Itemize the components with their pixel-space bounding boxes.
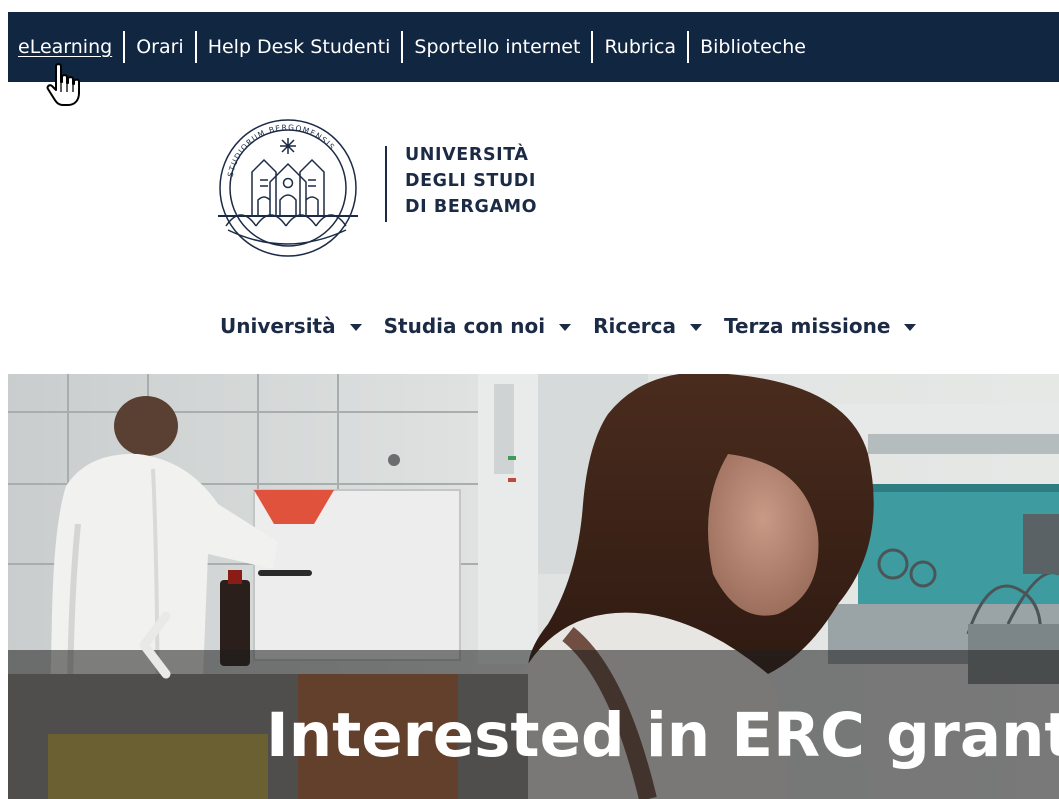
seal-text: STUDIORUM BERGOMENSIS (226, 123, 336, 178)
nav-label: Studia con noi (383, 314, 546, 338)
nav-terza-missione[interactable]: Terza missione (723, 314, 917, 338)
logo-divider (385, 146, 387, 222)
caret-down-icon (904, 323, 917, 331)
caret-down-icon (349, 323, 362, 331)
logo-line-3: DI BERGAMO (405, 197, 538, 217)
caret-down-icon (689, 323, 702, 331)
link-elearning[interactable]: eLearning (18, 36, 112, 58)
logo-line-1: UNIVERSITÀ (405, 145, 529, 165)
link-sportello-internet[interactable]: Sportello internet (414, 36, 580, 58)
university-logo[interactable]: STUDIORUM BERGOMENSIS UNIVERSITÀ DEGLI S… (206, 108, 576, 258)
hero-slider: Interested in ERC grants (8, 374, 1059, 799)
chevron-left-icon[interactable] (136, 610, 176, 680)
nav-ricerca[interactable]: Ricerca (593, 314, 702, 338)
hand-pointer-cursor-icon (46, 63, 80, 106)
nav-label: Università (220, 314, 336, 338)
link-rubrica[interactable]: Rubrica (604, 36, 676, 58)
university-seal-icon: STUDIORUM BERGOMENSIS (218, 119, 358, 257)
main-navigation: Università Studia con noi Ricerca Terza … (220, 306, 938, 346)
link-help-desk-studenti[interactable]: Help Desk Studenti (208, 36, 391, 58)
caret-down-icon (559, 323, 572, 331)
utility-links: eLearning Orari Help Desk Studenti Sport… (8, 12, 806, 82)
link-orari[interactable]: Orari (136, 36, 184, 58)
link-biblioteche[interactable]: Biblioteche (700, 36, 806, 58)
separator (591, 31, 594, 63)
nav-studia-con-noi[interactable]: Studia con noi (383, 314, 572, 338)
top-utility-bar: eLearning Orari Help Desk Studenti Sport… (8, 12, 1059, 82)
svg-text:STUDIORUM BERGOMENSIS: STUDIORUM BERGOMENSIS (226, 123, 337, 178)
university-name: UNIVERSITÀ DEGLI STUDI DI BERGAMO (405, 142, 537, 220)
nav-label: Terza missione (723, 314, 891, 338)
nav-label: Ricerca (593, 314, 676, 338)
slide-caption[interactable]: Interested in ERC grants (266, 696, 1059, 776)
separator (194, 31, 197, 63)
logo-line-2: DEGLI STUDI (405, 171, 536, 191)
separator (401, 31, 404, 63)
nav-universita[interactable]: Università (220, 314, 362, 338)
separator (123, 31, 126, 63)
separator (687, 31, 690, 63)
